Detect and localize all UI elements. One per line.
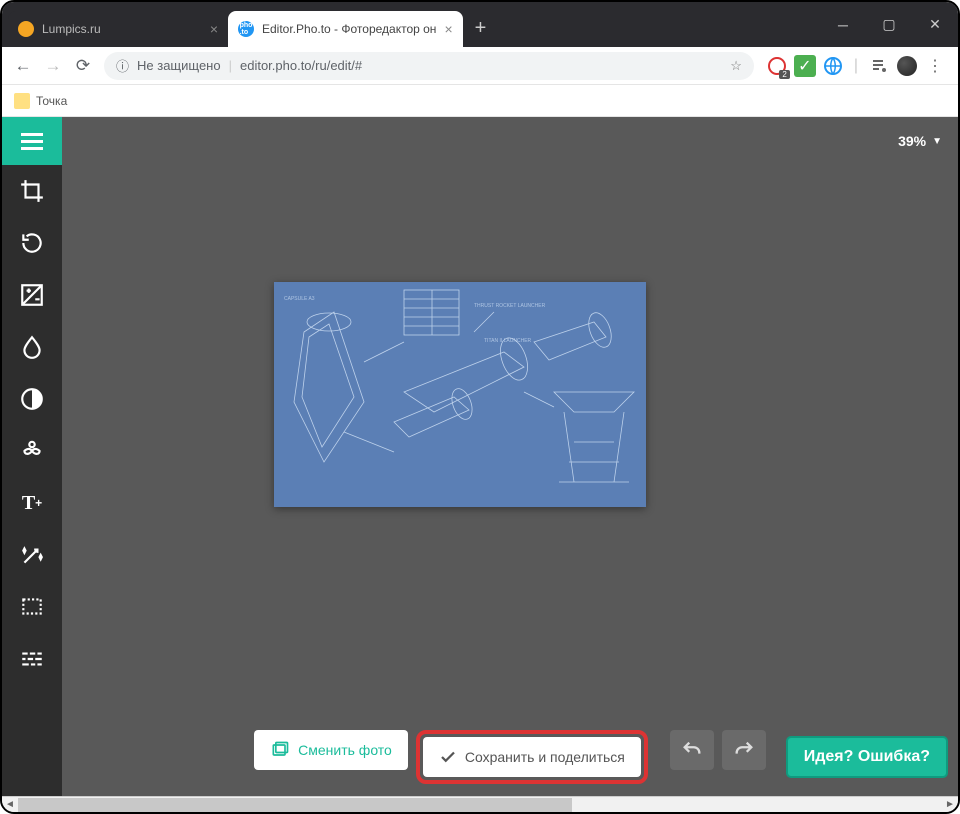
scroll-right-icon[interactable]: ► bbox=[942, 797, 958, 813]
back-button[interactable]: ← bbox=[8, 51, 38, 81]
rotate-tool[interactable] bbox=[2, 217, 62, 269]
forward-button[interactable]: → bbox=[38, 51, 68, 81]
bookmark-favicon bbox=[14, 93, 30, 109]
texture-tool[interactable] bbox=[2, 633, 62, 685]
zoom-control[interactable]: 39% ▼ bbox=[898, 117, 958, 165]
feedback-button[interactable]: Идея? Ошибка? bbox=[786, 736, 948, 778]
profile-avatar[interactable] bbox=[896, 55, 918, 77]
info-icon: ⓘ bbox=[116, 56, 129, 75]
bookmarks-bar: Точка bbox=[2, 85, 958, 117]
close-icon[interactable]: × bbox=[210, 21, 218, 37]
redo-button[interactable] bbox=[722, 730, 766, 770]
extension-globe[interactable] bbox=[822, 55, 844, 77]
undo-button[interactable] bbox=[670, 730, 714, 770]
change-photo-button[interactable]: Сменить фото bbox=[254, 730, 408, 770]
button-label: Сохранить и поделиться bbox=[465, 749, 625, 765]
star-icon[interactable]: ☆ bbox=[730, 58, 742, 74]
redo-icon bbox=[733, 739, 755, 761]
close-icon[interactable]: × bbox=[444, 21, 452, 37]
contrast-tool[interactable] bbox=[2, 373, 62, 425]
url-text: editor.pho.to/ru/edit/# bbox=[240, 58, 362, 73]
address-bar: ← → ⟳ ⓘ Не защищено | editor.pho.to/ru/e… bbox=[2, 47, 958, 85]
extension-opera[interactable]: 2 bbox=[766, 55, 788, 77]
canvas-area[interactable]: CAPSULE A3 THRUST ROCKET LAUNCHER TITAN … bbox=[62, 165, 958, 796]
svg-text:TITAN II LAUNCHER: TITAN II LAUNCHER bbox=[484, 338, 532, 344]
window-titlebar: Lumpics.ru × pho.to Editor.Pho.to - Фото… bbox=[2, 2, 958, 47]
svg-text:THRUST ROCKET LAUNCHER: THRUST ROCKET LAUNCHER bbox=[474, 303, 546, 309]
zoom-value: 39% bbox=[898, 133, 926, 149]
separator: | bbox=[229, 58, 232, 73]
security-status: Не защищено bbox=[137, 58, 221, 73]
undo-icon bbox=[681, 739, 703, 761]
blueprint-content: CAPSULE A3 THRUST ROCKET LAUNCHER TITAN … bbox=[274, 282, 646, 507]
mustache-tool[interactable] bbox=[2, 425, 62, 477]
tab-lumpics[interactable]: Lumpics.ru × bbox=[8, 11, 228, 47]
reading-list-icon[interactable] bbox=[868, 55, 890, 77]
button-label: Сменить фото bbox=[298, 742, 392, 758]
minimize-button[interactable]: ─ bbox=[820, 2, 866, 47]
check-icon bbox=[439, 748, 457, 766]
maximize-button[interactable]: ▢ bbox=[866, 2, 912, 47]
text-tool[interactable]: T+ bbox=[2, 477, 62, 529]
crop-tool[interactable] bbox=[2, 165, 62, 217]
blur-tool[interactable] bbox=[2, 321, 62, 373]
reload-button[interactable]: ⟳ bbox=[68, 51, 98, 81]
highlight-annotation: Сохранить и поделиться bbox=[416, 730, 648, 784]
scroll-thumb[interactable] bbox=[18, 798, 572, 812]
tab-label: Lumpics.ru bbox=[42, 22, 101, 36]
frame-tool[interactable] bbox=[2, 581, 62, 633]
bookmark-item[interactable]: Точка bbox=[36, 94, 67, 108]
photos-icon bbox=[270, 740, 290, 760]
canvas-image[interactable]: CAPSULE A3 THRUST ROCKET LAUNCHER TITAN … bbox=[274, 282, 646, 507]
extension-badge: 2 bbox=[779, 70, 789, 79]
save-share-button[interactable]: Сохранить и поделиться bbox=[423, 737, 641, 777]
favicon-editor: pho.to bbox=[238, 21, 254, 37]
exposure-tool[interactable] bbox=[2, 269, 62, 321]
horizontal-scrollbar[interactable]: ◄ ► bbox=[2, 796, 958, 812]
svg-text:CAPSULE A3: CAPSULE A3 bbox=[284, 296, 315, 302]
wand-tool[interactable] bbox=[2, 529, 62, 581]
tab-editor-photo[interactable]: pho.to Editor.Pho.to - Фоторедактор он × bbox=[228, 11, 463, 47]
separator: | bbox=[854, 57, 858, 75]
hamburger-menu[interactable] bbox=[2, 117, 62, 165]
editor-app: 39% ▼ T+ bbox=[2, 117, 958, 796]
close-window-button[interactable]: ✕ bbox=[912, 2, 958, 47]
new-tab-button[interactable]: + bbox=[463, 11, 499, 47]
chevron-down-icon: ▼ bbox=[932, 136, 942, 147]
favicon-lumpics bbox=[18, 21, 34, 37]
feedback-label: Идея? Ошибка? bbox=[804, 748, 930, 765]
scroll-left-icon[interactable]: ◄ bbox=[2, 797, 18, 813]
menu-button[interactable]: ⋮ bbox=[924, 55, 946, 77]
extension-check[interactable]: ✓ bbox=[794, 55, 816, 77]
url-input[interactable]: ⓘ Не защищено | editor.pho.to/ru/edit/# … bbox=[104, 52, 754, 80]
tab-label: Editor.Pho.to - Фоторедактор он bbox=[262, 22, 436, 36]
tool-sidebar: T+ bbox=[2, 165, 62, 796]
